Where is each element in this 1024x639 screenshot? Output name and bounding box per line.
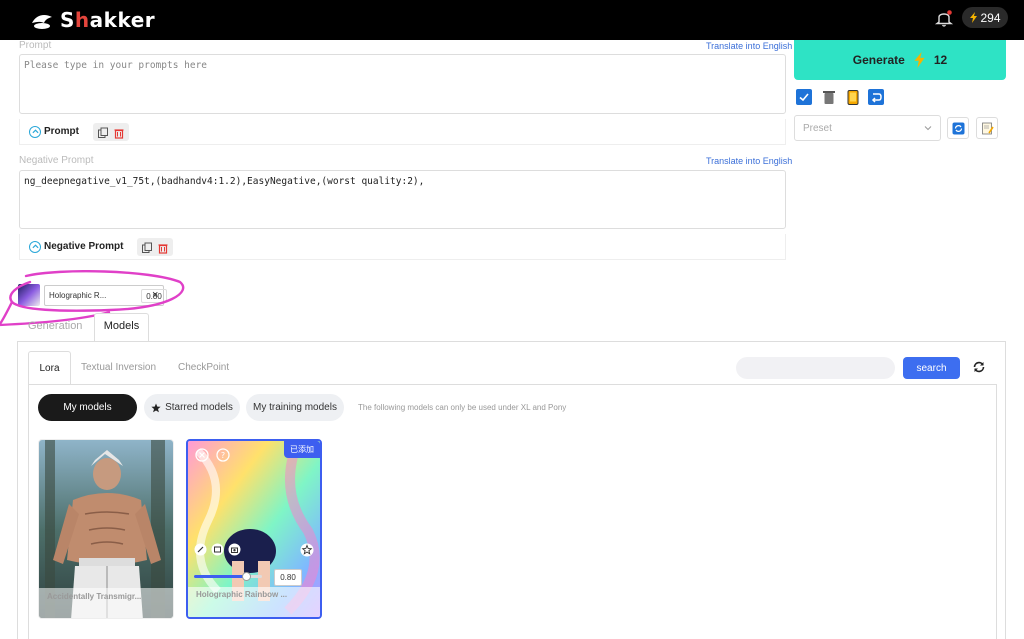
generate-cost: 12 [933, 53, 948, 67]
delete-prompt-icon[interactable] [113, 126, 125, 139]
help-icon[interactable]: ? [216, 448, 230, 462]
tab-models[interactable]: Models [94, 313, 149, 342]
search-button[interactable]: search [903, 357, 960, 379]
generate-label: Generate [852, 53, 905, 67]
lightning-icon [970, 12, 978, 23]
negative-prompt-label: Negative Prompt [19, 155, 94, 166]
delete-negative-icon[interactable] [157, 241, 169, 254]
training-models-filter[interactable]: My training models [246, 394, 344, 421]
prompt-toolbar: Prompt [19, 119, 786, 145]
subtab-lora[interactable]: Lora [28, 351, 71, 385]
chevron-down-icon [924, 126, 932, 131]
edit-preset-button[interactable] [976, 117, 998, 139]
camera-icon[interactable] [228, 543, 241, 556]
model-card-selected[interactable]: 已添加 ? 0.80 Holographic Rainbow ... [186, 439, 322, 619]
logo[interactable]: Shakker [30, 8, 155, 32]
card-title: Holographic Rainbow ... [196, 590, 288, 599]
model-card[interactable]: Accidentally Transmigr... [38, 439, 174, 619]
preset-placeholder: Preset [803, 123, 832, 134]
negative-toolbar: Negative Prompt [19, 234, 786, 260]
undo-icon[interactable] [868, 89, 884, 105]
translate-prompt-link[interactable]: Translate into English [706, 41, 792, 51]
memo-icon [981, 122, 994, 134]
starred-models-label: Starred models [165, 402, 233, 413]
subtab-checkpoint[interactable]: CheckPoint [178, 362, 229, 373]
lightning-icon [914, 52, 925, 68]
refresh-icon[interactable] [972, 360, 986, 374]
close-circle-icon[interactable] [195, 448, 209, 462]
refresh-preset-button[interactable] [947, 117, 969, 139]
top-bar: Shakker 294 [0, 0, 1024, 40]
lora-name: Holographic R... [49, 291, 107, 300]
weight-slider-thumb[interactable] [242, 572, 251, 581]
prompt-input[interactable]: Please type in your prompts here [19, 54, 786, 114]
copy-negative-icon[interactable] [141, 241, 153, 253]
search-input[interactable] [736, 357, 895, 379]
tab-generation[interactable]: Generation [20, 314, 90, 338]
collapse-prompt-icon[interactable] [29, 125, 41, 138]
translate-negative-link[interactable]: Translate into English [706, 156, 792, 166]
credits-value: 294 [980, 10, 1001, 25]
star-icon [151, 403, 161, 412]
starred-models-filter[interactable]: Starred models [144, 394, 240, 421]
remove-lora-icon[interactable]: × [152, 289, 158, 301]
edit-icon[interactable] [194, 543, 207, 556]
prompt-placeholder: Please type in your prompts here [24, 60, 208, 71]
sync-icon [952, 122, 964, 134]
card-weight-input[interactable]: 0.80 [274, 569, 302, 586]
negative-prompt-input[interactable]: ng_deepnegative_v1_75t,(badhandv4:1.2),E… [19, 170, 786, 229]
prompt-label: Prompt [19, 40, 52, 51]
card-title: Accidentally Transmigr... [47, 592, 142, 601]
brand-name: Shakker [60, 8, 156, 32]
image-icon[interactable] [211, 543, 224, 556]
lora-chip-box[interactable]: Holographic R... 0.80 [44, 285, 167, 306]
weight-slider-fill [194, 575, 249, 578]
trash-icon[interactable] [821, 89, 837, 105]
generate-button[interactable]: Generate 12 [794, 40, 1006, 80]
weight-slider[interactable] [194, 572, 262, 581]
clipboard-icon[interactable] [845, 89, 861, 105]
subtab-textual-inversion[interactable]: Textual Inversion [81, 362, 156, 373]
negative-toolbar-label: Negative Prompt [44, 241, 124, 252]
bell-icon[interactable] [934, 8, 954, 28]
logo-icon [32, 15, 52, 29]
collapse-negative-icon[interactable] [29, 240, 41, 253]
prompt-toolbar-label: Prompt [44, 126, 79, 137]
svg-text:?: ? [221, 451, 225, 460]
preset-select[interactable]: Preset [794, 115, 941, 141]
checkbox-icon[interactable] [796, 89, 812, 105]
star-icon[interactable] [300, 543, 314, 557]
credits-badge[interactable]: 294 [962, 7, 1008, 28]
xl-pony-note: The following models can only be used un… [358, 403, 567, 412]
added-badge: 已添加 [284, 441, 320, 458]
copy-prompt-icon[interactable] [97, 126, 109, 138]
my-models-filter[interactable]: My models [38, 394, 137, 421]
lora-thumbnail [18, 284, 40, 306]
